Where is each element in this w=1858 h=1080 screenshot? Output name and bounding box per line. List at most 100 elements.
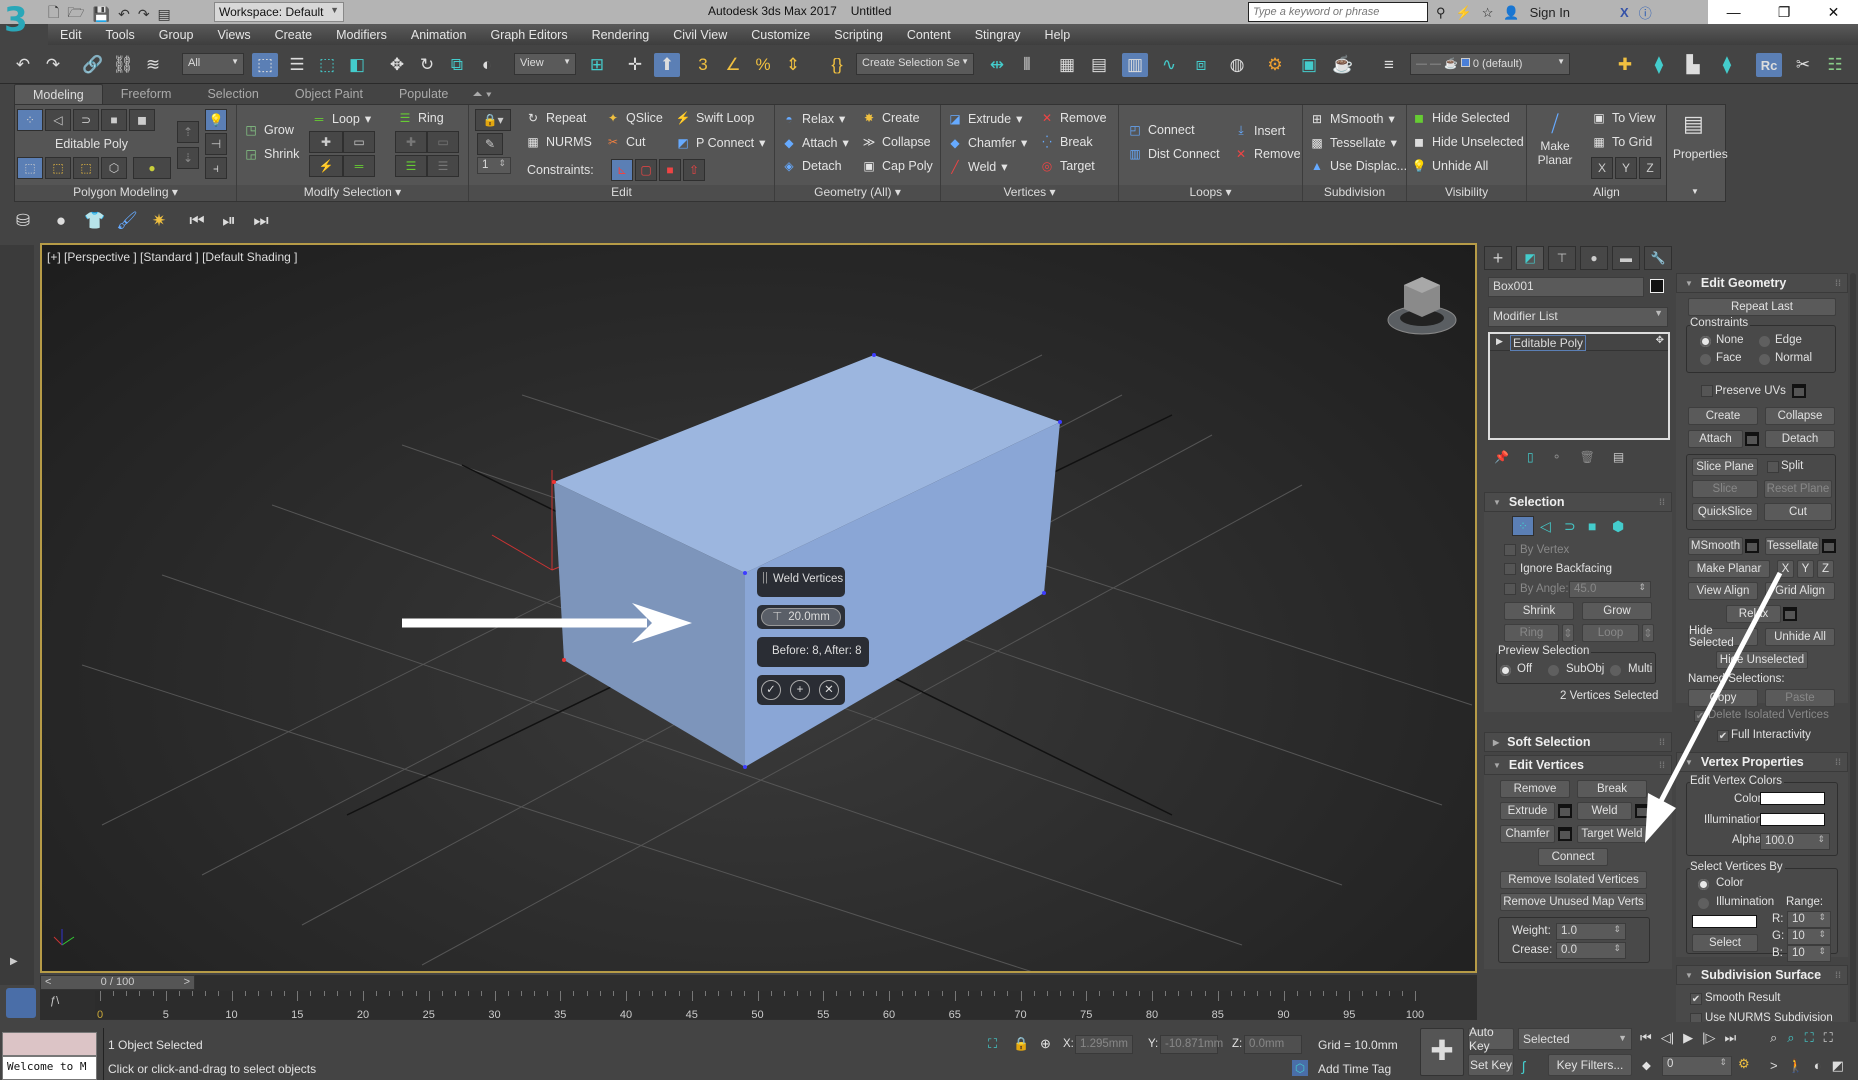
attach-button[interactable]: Attach xyxy=(1688,430,1743,448)
qslice-button[interactable]: ✦ QSlice xyxy=(605,111,663,125)
hide-unselected-button[interactable]: Hide Unselected xyxy=(1716,651,1808,669)
ok-icon[interactable]: ✓ xyxy=(761,680,781,700)
window-crossing-icon[interactable]: ◧ xyxy=(344,53,370,77)
constraint-edge-radio[interactable] xyxy=(1759,336,1770,347)
slider-next-icon[interactable]: > xyxy=(184,976,190,988)
preview-multi-radio[interactable] xyxy=(1610,665,1621,676)
ring-shrink-icon[interactable]: ▭ xyxy=(427,131,459,153)
tab-freeform[interactable]: Freeform xyxy=(103,84,190,104)
set-key-button[interactable]: Set Key xyxy=(1468,1054,1514,1076)
toggle-ribbon-icon[interactable]: ▥ xyxy=(1122,53,1148,77)
dot-loop-icon[interactable]: ═ xyxy=(343,155,375,177)
go-to-start-icon[interactable]: ⏮ xyxy=(1640,1030,1652,1046)
pin-icon[interactable]: ⊣ xyxy=(205,133,227,155)
chamfer-button[interactable]: Chamfer xyxy=(1500,825,1555,843)
command-panel-scrollbar[interactable] xyxy=(1850,273,1856,1033)
planar-z-button[interactable]: Z xyxy=(1817,560,1834,578)
relax-button[interactable]: Relax xyxy=(1726,605,1781,623)
menu-edit[interactable]: Edit xyxy=(48,28,94,42)
vertices-title[interactable]: Vertices ▾ xyxy=(941,185,1118,201)
hide-selected-button[interactable]: ◼ Hide Selected xyxy=(1411,111,1510,125)
configure-sets-icon[interactable]: ▤ xyxy=(1613,450,1624,464)
paste-button[interactable]: Paste xyxy=(1765,689,1835,707)
modify-tab-icon[interactable]: ◩ xyxy=(1516,246,1544,270)
new-file-icon[interactable]: 🗋 xyxy=(48,2,59,26)
select-button[interactable]: Select xyxy=(1692,934,1758,952)
keyboard-shortcut-override-icon[interactable]: ⬆ xyxy=(654,53,680,77)
select-by-color-radio[interactable] xyxy=(1698,879,1709,890)
target-weld-button[interactable]: ◎ Target xyxy=(1039,159,1095,173)
tweak-uvs-icon[interactable]: ✎ xyxy=(477,133,503,155)
vertex-subobject-icon[interactable]: ⁘ xyxy=(1512,516,1534,536)
crease-spinner[interactable]: 0.0 ⇕ xyxy=(1556,942,1626,959)
pin-stack-icon[interactable]: 💡 xyxy=(205,109,227,131)
play-icon[interactable]: ▶ xyxy=(1683,1030,1693,1046)
cancel-icon[interactable]: ✕ xyxy=(819,680,839,700)
menu-customize[interactable]: Customize xyxy=(739,28,822,42)
next-frame-icon[interactable]: |▷ xyxy=(1702,1030,1715,1046)
undo-icon[interactable]: ↶ xyxy=(10,53,36,77)
b-spinner[interactable]: 10 ⇕ xyxy=(1787,945,1831,962)
maxscript-listener-input[interactable] xyxy=(2,1032,97,1056)
border-mode-icon[interactable]: ⊃ xyxy=(73,109,99,131)
list-icon[interactable]: ☷ xyxy=(1822,53,1848,77)
create-button[interactable]: ✸ Create xyxy=(861,111,920,125)
menu-views[interactable]: Views xyxy=(205,28,262,42)
menu-help[interactable]: Help xyxy=(1033,28,1083,42)
show-end-result-icon[interactable]: ⬡ xyxy=(101,157,127,179)
brush-icon[interactable]: 🖌 xyxy=(114,209,140,233)
select-color-swatch[interactable] xyxy=(1692,915,1757,928)
grow-button[interactable]: ◳ Grow xyxy=(243,123,294,137)
motion-tab-icon[interactable]: ● xyxy=(1580,246,1608,270)
key-prev-icon[interactable]: ⏮ xyxy=(184,209,210,233)
isolate-selection-icon[interactable]: ⛶ xyxy=(988,1036,997,1052)
edge-mode-icon[interactable]: ◁ xyxy=(45,109,71,131)
menu-modifiers[interactable]: Modifiers xyxy=(324,28,399,42)
rotate-icon[interactable]: ↻ xyxy=(414,53,440,77)
ring-mode-icon[interactable]: ☰ xyxy=(395,155,427,177)
preserve-uvs-settings-button[interactable] xyxy=(1792,384,1806,398)
undo-icon[interactable]: ↶ xyxy=(118,6,130,23)
preview-off-radio[interactable] xyxy=(1500,665,1511,676)
collapse-button[interactable]: ≫ Collapse xyxy=(861,135,931,149)
create-tab-icon[interactable]: + xyxy=(1484,246,1512,270)
app-logo[interactable]: 3MAX xyxy=(4,2,42,55)
menu-graph-editors[interactable]: Graph Editors xyxy=(478,28,579,42)
extrude-button[interactable]: ◪ Extrude ▾ xyxy=(947,111,1022,127)
subscription-icon[interactable]: ⚡ xyxy=(1456,5,1472,21)
split-checkbox[interactable] xyxy=(1767,461,1779,473)
exchange-icon[interactable]: X xyxy=(1620,5,1629,20)
previous-modifier-icon[interactable]: ⬚ xyxy=(45,157,71,179)
hide-unselected-button[interactable]: ◼ Hide Unselected xyxy=(1411,135,1524,149)
r-spinner[interactable]: 10 ⇕ xyxy=(1787,911,1831,928)
zoom-icon[interactable]: ⌕ xyxy=(1770,1030,1777,1046)
menu-stingray[interactable]: Stingray xyxy=(963,28,1033,42)
menu-create[interactable]: Create xyxy=(263,28,325,42)
remove-isolated-button[interactable]: Remove Isolated Vertices xyxy=(1500,871,1647,889)
cut-button[interactable]: ✂ Cut xyxy=(605,135,645,149)
detach-button[interactable]: ◈ Detach xyxy=(781,159,841,173)
ring-button[interactable]: Ring xyxy=(1504,624,1559,642)
rendered-frame-window-icon[interactable]: ▣ xyxy=(1296,53,1322,77)
loops-title[interactable]: Loops ▾ xyxy=(1119,185,1302,201)
placement-icon[interactable]: ◐ xyxy=(474,53,500,77)
binoculars-icon[interactable]: ⚲ xyxy=(1436,5,1446,21)
remove-button[interactable]: Remove xyxy=(1500,780,1570,798)
reset-plane-button[interactable]: Reset Plane xyxy=(1764,480,1832,498)
named-selection-dropdown[interactable]: Create Selection Se ▼ xyxy=(856,53,974,75)
by-angle-checkbox[interactable] xyxy=(1504,583,1516,595)
scene-explorer-icon[interactable]: ▦ xyxy=(1054,53,1080,77)
layer-explorer-icon[interactable]: ▤ xyxy=(1086,53,1112,77)
render-production-icon[interactable]: ☕ xyxy=(1330,53,1356,77)
zoom-extents-all-icon[interactable]: ⛶ xyxy=(1824,1030,1833,1046)
object-name-field[interactable]: Box001 xyxy=(1488,277,1644,297)
cap-poly-button[interactable]: ▣ Cap Poly xyxy=(861,159,932,173)
show-end-result-icon[interactable]: ▯ xyxy=(1527,450,1534,464)
object-color-swatch[interactable] xyxy=(1650,279,1664,293)
loop-mode-icon[interactable]: ⚡ xyxy=(309,155,343,177)
field-of-view-icon[interactable]: > xyxy=(1770,1058,1778,1074)
bind-space-warp-icon[interactable]: ≋ xyxy=(140,53,166,77)
add-to-layer-icon[interactable]: ⧫ xyxy=(1646,53,1672,77)
sort-up-icon[interactable]: ⇡ xyxy=(177,121,199,143)
close-icon[interactable]: ✕ xyxy=(1828,4,1840,21)
